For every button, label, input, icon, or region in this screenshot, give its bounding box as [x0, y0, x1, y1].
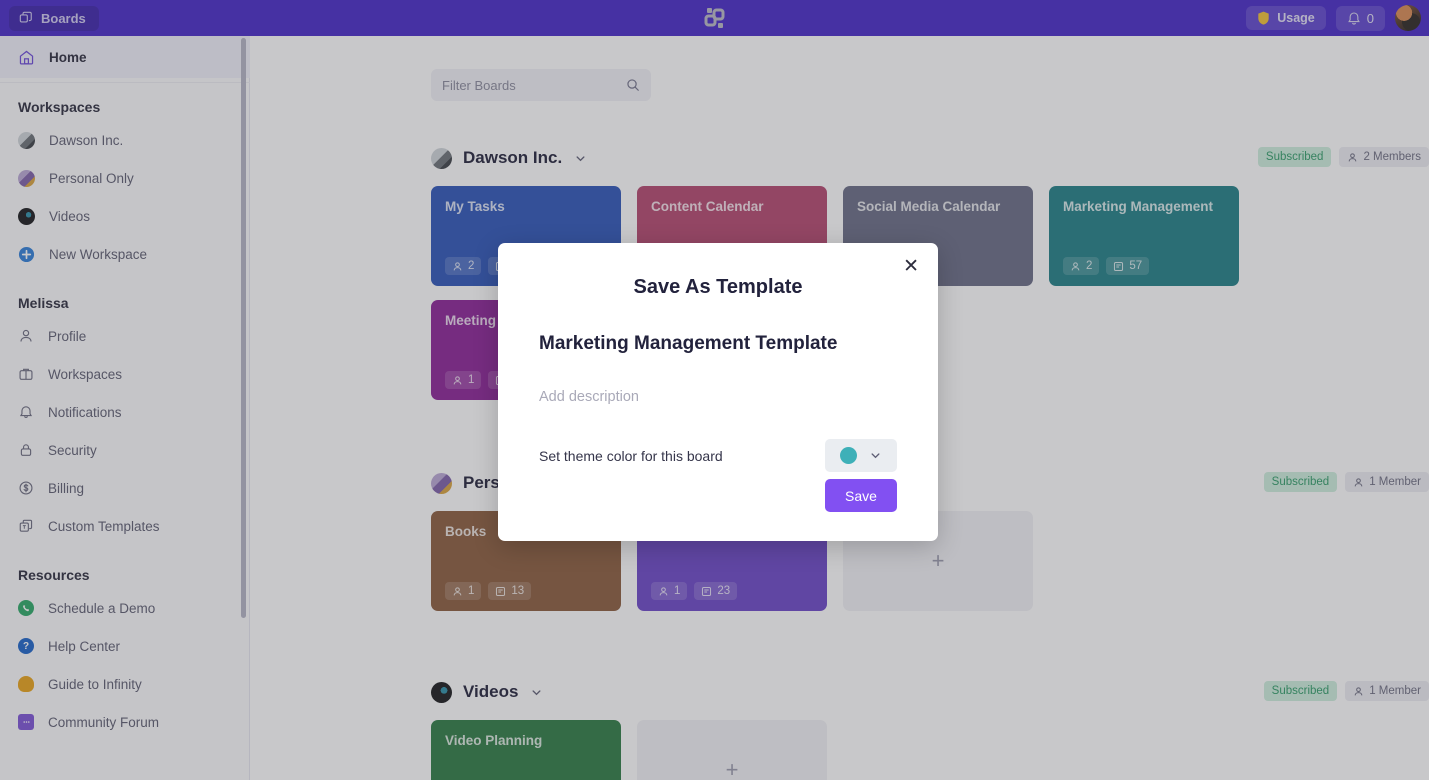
theme-color-swatch [840, 447, 857, 464]
theme-color-row: Set theme color for this board [539, 439, 897, 472]
save-as-template-modal: ✕ Save As Template Marketing Management … [498, 243, 938, 541]
template-description-input[interactable]: Add description [539, 389, 897, 405]
theme-color-select[interactable] [825, 439, 897, 472]
save-button[interactable]: Save [825, 479, 897, 512]
chevron-down-icon [869, 449, 882, 462]
template-name-input[interactable]: Marketing Management Template [539, 333, 897, 355]
close-icon[interactable]: ✕ [898, 254, 924, 279]
theme-color-label: Set theme color for this board [539, 447, 723, 464]
app-root: Boards Usage 0 Home Workspaces Dawson In… [0, 0, 1429, 780]
modal-title: Save As Template [633, 276, 803, 298]
